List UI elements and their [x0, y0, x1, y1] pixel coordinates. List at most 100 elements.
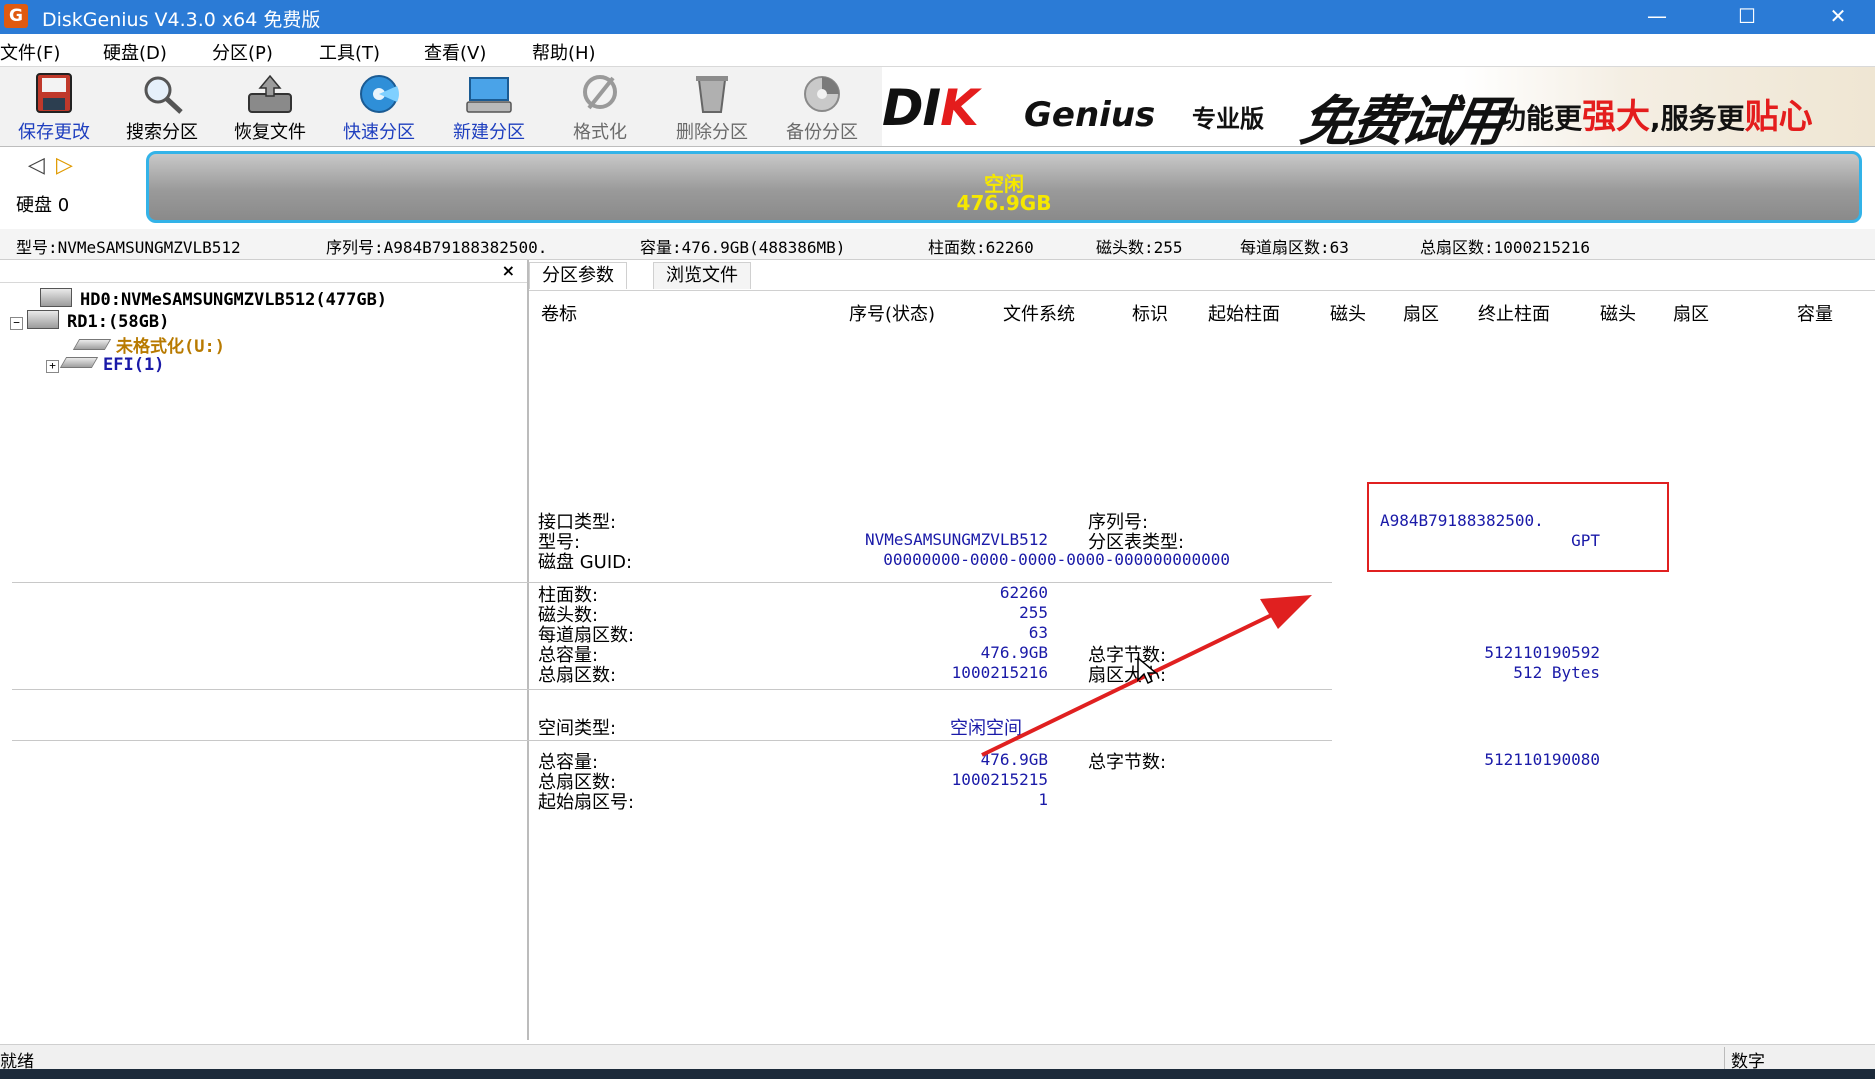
info-heads: 磁头数:255 — [1096, 238, 1183, 257]
menu-partition[interactable]: 分区(P) — [212, 39, 273, 65]
col-volume-label[interactable]: 卷标 — [541, 300, 577, 326]
tree-item-efi[interactable]: + EFI(1) — [46, 355, 164, 375]
free-bytes-value: 512110190080 — [1484, 750, 1600, 769]
logo-genius-text: Genius — [1024, 95, 1156, 135]
sector-size-value: 512 Bytes — [1513, 663, 1600, 682]
disk-space-bar[interactable]: 空闲 476.9GB — [146, 151, 1862, 223]
menu-help[interactable]: 帮助(H) — [532, 39, 596, 65]
tab-browse-files[interactable]: 浏览文件 — [653, 262, 751, 289]
tool-label: 新建分区 — [453, 122, 525, 143]
tool-label: 搜索分区 — [126, 122, 198, 143]
new-partition-icon — [466, 77, 512, 113]
slogan-part-1: 功能更 — [1498, 102, 1583, 135]
slogan-text: 功能更强大,服务更贴心 — [1498, 89, 1813, 138]
expand-icon[interactable]: + — [46, 360, 59, 373]
col-start-head[interactable]: 磁头 — [1330, 300, 1366, 326]
tool-label: 备份分区 — [786, 122, 858, 143]
tree-header: × — [0, 260, 527, 283]
window-title: DiskGenius V4.3.0 x64 免费版 — [42, 9, 321, 31]
col-end-sector[interactable]: 扇区 — [1673, 300, 1709, 326]
space-type-label: 空间类型: — [538, 718, 617, 739]
tree-item-label: HD0:NVMeSAMSUNGMZVLB512(477GB) — [80, 290, 388, 310]
app-icon: G — [4, 4, 28, 28]
annotation-red-box — [1367, 482, 1669, 572]
tab-partition-params[interactable]: 分区参数 — [529, 262, 627, 289]
diskgenius-logo: DIK — [882, 79, 979, 137]
tree-item-rd1[interactable]: − RD1:(58GB) — [10, 310, 169, 332]
disk-guid-label: 磁盘 GUID: — [538, 552, 633, 573]
quick-partition-icon — [360, 75, 399, 113]
taskbar-strip — [0, 1069, 1875, 1079]
col-end-head[interactable]: 磁头 — [1600, 300, 1636, 326]
backup-partition-button[interactable]: 备份分区 — [770, 70, 874, 144]
info-cylinders: 柱面数:62260 — [928, 238, 1034, 257]
disk-info-line: 型号:NVMeSAMSUNGMZVLB512 序列号:A984B79188382… — [0, 229, 1875, 260]
logo-text-a: DI — [882, 79, 941, 137]
disk-strip: ◁ ▷ 硬盘 0 空闲 476.9GB — [0, 147, 1875, 229]
menu-view[interactable]: 查看(V) — [424, 39, 486, 65]
partition-icon — [72, 339, 112, 350]
section-divider — [12, 582, 1332, 583]
new-partition-button[interactable]: 新建分区 — [437, 70, 541, 144]
backup-partition-icon — [804, 76, 840, 112]
start-sector-value: 1 — [1038, 790, 1048, 809]
bar-free-size: 476.9GB — [956, 191, 1052, 215]
recover-files-button[interactable]: 恢复文件 — [218, 70, 322, 144]
disk-tree-pane: × HD0:NVMeSAMSUNGMZVLB512(477GB) − RD1:(5… — [0, 260, 529, 1040]
model-value: NVMeSAMSUNGMZVLB512 — [864, 530, 1048, 549]
info-serial: 序列号:A984B79188382500. — [326, 238, 548, 257]
disk-number-label: 硬盘 0 — [16, 195, 70, 216]
menu-tools[interactable]: 工具(T) — [319, 39, 380, 65]
free-sectors-value: 1000215215 — [951, 770, 1048, 789]
save-changes-button[interactable]: 保存更改 — [2, 70, 106, 144]
tab-bar: 分区参数 浏览文件 — [529, 260, 1875, 291]
tree-item-hd0[interactable]: HD0:NVMeSAMSUNGMZVLB512(477GB) — [40, 288, 387, 310]
title-bar: G DiskGenius V4.3.0 x64 免费版 — ☐ ✕ — [0, 0, 1875, 34]
prev-disk-arrow-icon[interactable]: ◁ — [28, 153, 45, 178]
delete-partition-button[interactable]: 删除分区 — [660, 70, 764, 144]
tool-label: 删除分区 — [676, 122, 748, 143]
partition-table-type-label: 分区表类型: — [1088, 532, 1185, 553]
partition-icon — [59, 357, 99, 368]
total-bytes-value: 512110190592 — [1484, 643, 1600, 662]
info-capacity: 容量:476.9GB(488386MB) — [640, 238, 846, 257]
minimize-button[interactable]: — — [1627, 0, 1687, 34]
hard-disk-icon — [27, 310, 59, 329]
edition-text: 专业版 — [1192, 105, 1264, 133]
tree-item-unformatted[interactable]: 未格式化(U:) — [72, 332, 225, 357]
promo-banner[interactable]: DIK Genius 专业版 免费试用 功能更强大,服务更贴心 — [882, 67, 1875, 146]
col-capacity[interactable]: 容量 — [1797, 300, 1833, 326]
tree-item-label: EFI(1) — [103, 355, 165, 375]
tool-label: 恢复文件 — [234, 122, 306, 143]
slogan-part-3: ,服务更 — [1650, 102, 1745, 135]
tree-item-label: 未格式化(U:) — [116, 337, 225, 357]
col-start-cylinder[interactable]: 起始柱面 — [1208, 300, 1280, 326]
next-disk-arrow-icon[interactable]: ▷ — [56, 153, 73, 178]
free-trial-text: 免费试用 — [1295, 89, 1507, 146]
tool-label: 快速分区 — [343, 122, 415, 143]
menu-file[interactable]: 文件(F) — [0, 39, 60, 65]
hard-disk-icon — [40, 288, 72, 307]
tree-item-label: RD1:(58GB) — [67, 312, 170, 332]
collapse-icon[interactable]: − — [10, 317, 23, 330]
start-sector-label: 起始扇区号: — [538, 792, 635, 813]
search-partition-button[interactable]: 搜索分区 — [110, 70, 214, 144]
close-pane-icon[interactable]: × — [502, 261, 515, 280]
col-id[interactable]: 标识 — [1132, 300, 1168, 326]
mouse-cursor-icon — [1137, 656, 1159, 685]
tool-label: 保存更改 — [18, 122, 90, 143]
close-button[interactable]: ✕ — [1808, 0, 1868, 34]
magnifier-icon — [144, 76, 183, 114]
menu-disk[interactable]: 硬盘(D) — [103, 39, 167, 65]
logo-text-b: K — [940, 79, 979, 137]
status-bar: 就绪 数字 — [0, 1044, 1875, 1072]
quick-partition-button[interactable]: 快速分区 — [327, 70, 431, 144]
maximize-button[interactable]: ☐ — [1717, 0, 1777, 34]
col-end-cylinder[interactable]: 终止柱面 — [1478, 300, 1550, 326]
col-start-sector[interactable]: 扇区 — [1403, 300, 1439, 326]
format-button[interactable]: 格式化 — [548, 70, 652, 144]
col-index-status[interactable]: 序号(状态) — [849, 300, 935, 326]
slogan-part-4: 贴心 — [1744, 97, 1813, 137]
col-filesystem[interactable]: 文件系统 — [1003, 300, 1075, 326]
slogan-part-2: 强大 — [1582, 97, 1651, 137]
